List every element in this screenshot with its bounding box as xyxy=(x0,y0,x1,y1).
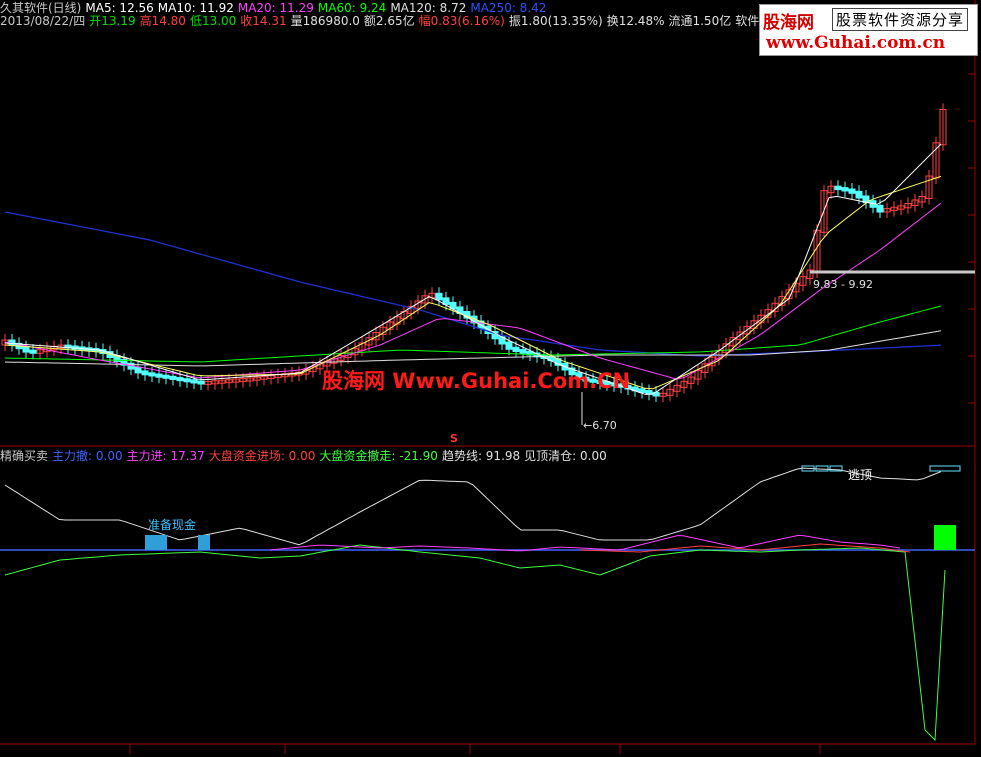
candle-body xyxy=(162,374,170,379)
candle-body xyxy=(22,346,30,353)
indicator-field-1: 主力撤: 0.00 xyxy=(52,449,123,463)
ma-value-0: 久其软件(日线) xyxy=(0,1,82,15)
candle-body xyxy=(176,377,184,382)
retail-funds-line xyxy=(4,544,946,742)
quote-field-5: 量186980.0 xyxy=(290,14,360,28)
range-marker: 9.83 - 9.92 xyxy=(813,278,873,291)
indicator-field-5: 趋势线: 91.98 xyxy=(441,449,521,463)
candle-body xyxy=(155,373,163,378)
candle-body xyxy=(197,380,205,385)
candle-body xyxy=(519,349,527,354)
candle-body xyxy=(841,187,849,192)
candle-body xyxy=(148,372,156,377)
candle-body xyxy=(435,292,443,301)
escape-top-box xyxy=(929,465,961,472)
candle-body xyxy=(855,190,863,199)
ma-value-5: MA120: 8.72 xyxy=(390,1,467,15)
ma60-line xyxy=(4,305,942,363)
indicator-header: 精确买卖 主力撤: 0.00 主力进: 17.37 大盘资金进场: 0.00 大盘资金撤… xyxy=(0,449,611,463)
ma-value-2: MA10: 11.92 xyxy=(157,1,234,15)
quote-field-4: 收14.31 xyxy=(240,14,287,28)
indicator-field-6: 见顶清仓: 0.00 xyxy=(524,449,607,463)
sell-signal-marker: S xyxy=(450,432,458,445)
quote-field-1: 开13.19 xyxy=(89,14,136,28)
candle-body xyxy=(505,341,513,350)
candle-body xyxy=(141,370,149,376)
ohlc-header: 2013/08/22/四 开13.19 高14.80 低13.00 收14.31 量186… xyxy=(0,14,787,28)
prepare-cash-label: 准备现金 xyxy=(148,518,197,532)
ma-value-6: MA250: 8.42 xyxy=(470,1,547,15)
quote-field-9: 换12.48% xyxy=(606,14,665,28)
ma250-line xyxy=(4,211,942,357)
candle-body xyxy=(134,366,142,374)
indicator-field-2: 主力进: 17.37 xyxy=(126,449,205,463)
candle-body xyxy=(638,388,646,393)
watermark: 股海网 Www.Guhai.Com.CN xyxy=(322,369,631,393)
ma5-line xyxy=(4,143,942,395)
quote-field-8: 振1.80(13.35%) xyxy=(508,14,603,28)
quote-field-2: 高14.80 xyxy=(139,14,186,28)
candle-body xyxy=(834,185,842,191)
indicator-field-4: 大盘资金撤走: -21.90 xyxy=(319,449,438,463)
quote-field-10: 流通1.50亿 xyxy=(668,14,732,28)
ma-value-3: MA20: 11.29 xyxy=(237,1,314,15)
quote-field-7: 幅0.83(6.16%) xyxy=(418,14,505,28)
candle-body xyxy=(190,379,198,384)
candle-body xyxy=(169,375,177,380)
candle-body xyxy=(512,346,520,352)
quote-field-6: 额2.65亿 xyxy=(363,14,415,28)
stock-chart-window: 久其软件(日线) MA5: 12.56 MA10: 11.92 MA20: 11.29… xyxy=(0,0,981,754)
candle-body xyxy=(29,349,37,354)
ma-value-1: MA5: 12.56 xyxy=(85,1,154,15)
quote-field-0: 2013/08/22/四 xyxy=(0,14,86,28)
price-header: 久其软件(日线) MA5: 12.56 MA10: 11.92 MA20: 11.29… xyxy=(0,1,550,15)
indicator-field-0: 精确买卖 xyxy=(0,449,49,463)
logo-url: www.Guhai.com.cn xyxy=(766,33,946,53)
indicator-field-3: 大盘资金进场: 0.00 xyxy=(208,449,316,463)
prepare-cash-block xyxy=(145,535,167,550)
ma10-line xyxy=(4,175,942,390)
candle-body xyxy=(848,188,856,194)
ma-value-4: MA60: 9.24 xyxy=(317,1,387,15)
candle-body xyxy=(876,204,884,213)
trend-line xyxy=(4,467,942,546)
buy-signal-block xyxy=(934,525,956,550)
prepare-cash-block xyxy=(198,535,210,550)
site-logo: 股海网 股票软件资源分享 www.Guhai.com.cn xyxy=(759,4,978,56)
escape-top-label: 逃顶 xyxy=(848,468,873,482)
low-price-marker: ←6.70 xyxy=(583,419,617,432)
quote-field-3: 低13.00 xyxy=(189,14,237,28)
logo-slogan: 股票软件资源分享 xyxy=(832,8,969,31)
logo-name: 股海网 xyxy=(763,13,814,33)
candle-body xyxy=(183,378,191,383)
main-inflow-line xyxy=(269,534,901,552)
